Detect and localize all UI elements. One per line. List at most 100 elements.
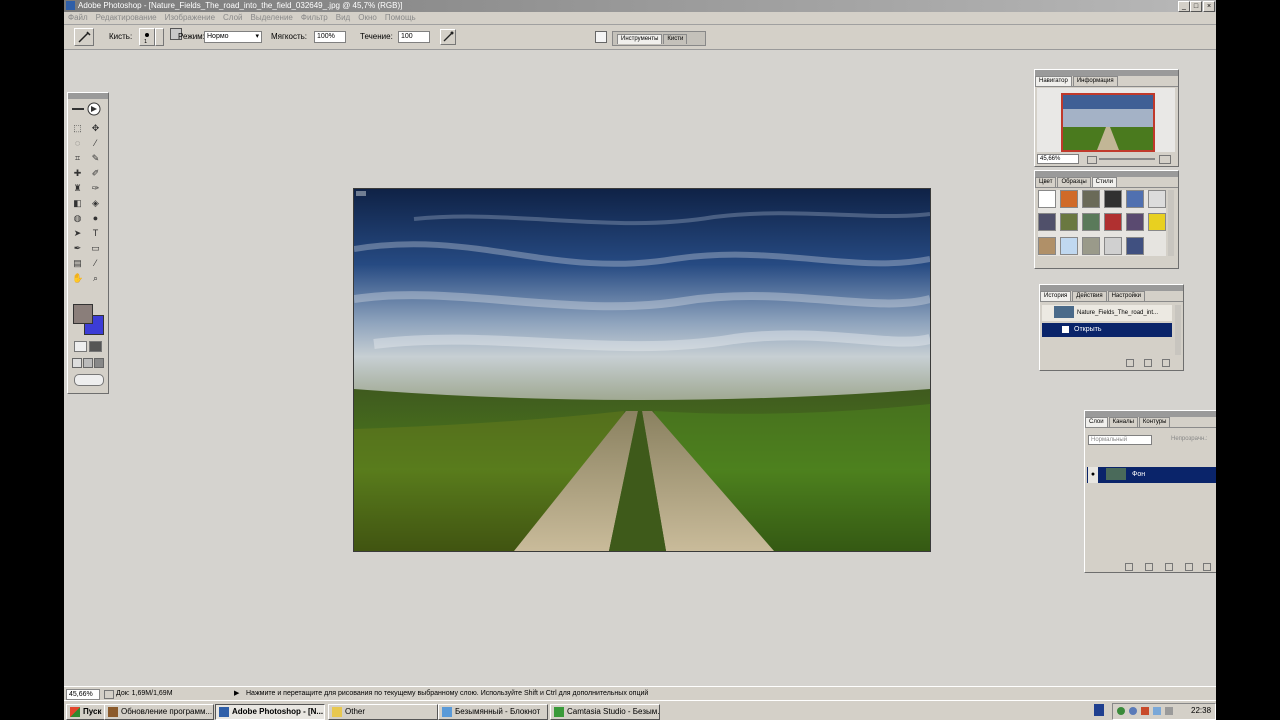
screen-mode-standard-icon[interactable] (72, 358, 82, 368)
delete-layer-icon[interactable] (1203, 563, 1211, 571)
style-swatch[interactable] (1038, 213, 1056, 232)
tab-paths[interactable]: Контуры (1138, 417, 1171, 427)
dodge-tool-icon[interactable]: ● (90, 213, 101, 224)
taskbar-button-other[interactable]: Other (328, 704, 438, 720)
styles-scrollbar[interactable] (1168, 190, 1174, 256)
crop-tool-icon[interactable]: ⌗ (72, 153, 83, 164)
taskbar-button-notepad[interactable]: Безымянный - Блокнот (438, 704, 548, 720)
tab-navigator[interactable]: Навигатор (1035, 76, 1072, 86)
style-swatch[interactable] (1148, 190, 1166, 208)
tab-layers[interactable]: Слои (1085, 417, 1108, 427)
eraser-tool-icon[interactable]: ◧ (72, 198, 83, 209)
menu-file[interactable]: Файл (68, 13, 88, 22)
style-swatch[interactable] (1148, 213, 1166, 232)
status-zoom[interactable]: 45,66% (66, 689, 100, 700)
new-layer-icon[interactable] (1185, 563, 1193, 571)
tab-presets[interactable]: Настройки (1107, 291, 1145, 301)
history-item[interactable]: Открыть (1042, 323, 1172, 337)
menu-layer[interactable]: Слой (223, 13, 242, 22)
taskbar-button-photoshop[interactable]: Adobe Photoshop - [N... (215, 704, 325, 720)
new-snapshot-icon[interactable] (1144, 359, 1152, 367)
jump-to-imageready-icon[interactable] (74, 374, 104, 386)
document-window[interactable] (353, 188, 931, 552)
clock[interactable]: 22:38 (1191, 704, 1211, 718)
layer-style-icon[interactable] (1125, 563, 1133, 571)
zoom-in-icon[interactable] (1159, 155, 1171, 164)
healing-brush-tool-icon[interactable]: ✚ (72, 168, 83, 179)
quick-mask-mode-icon[interactable] (89, 341, 102, 352)
trash-icon[interactable] (1162, 359, 1170, 367)
eyedropper-tool-icon[interactable]: ⁄ (90, 258, 101, 269)
zoom-out-icon[interactable] (1087, 156, 1097, 164)
navigator-view-box[interactable] (1061, 93, 1155, 152)
screen-mode-full-menu-icon[interactable] (83, 358, 93, 368)
lasso-tool-icon[interactable]: ◌ (72, 138, 83, 149)
brush-picker[interactable]: 1 (139, 28, 155, 46)
screen-mode-full-icon[interactable] (94, 358, 104, 368)
standard-mode-icon[interactable] (74, 341, 87, 352)
style-swatch[interactable] (1060, 213, 1078, 232)
history-brush-tool-icon[interactable]: ✑ (90, 183, 101, 194)
blur-tool-icon[interactable]: ◍ (72, 213, 83, 224)
foreground-color-chip[interactable] (73, 304, 93, 324)
tray-volume-icon[interactable] (1165, 707, 1173, 715)
style-swatch[interactable] (1082, 236, 1100, 255)
brush-picker-dropdown[interactable] (155, 28, 164, 46)
tray-app-icon[interactable] (1129, 707, 1137, 715)
menu-filter[interactable]: Фильтр (301, 13, 328, 22)
zoom-tool-icon[interactable]: ⌕ (90, 273, 101, 284)
style-swatch[interactable] (1126, 190, 1144, 208)
blend-mode-select[interactable]: Нормальный (1088, 435, 1152, 445)
history-snapshot-row[interactable]: Nature_Fields_The_road_int... (1042, 305, 1172, 321)
layer-mask-icon[interactable] (1145, 563, 1153, 571)
style-swatch[interactable] (1060, 236, 1078, 255)
airbrush-button[interactable] (440, 29, 456, 45)
flow-input[interactable]: 100 (398, 31, 430, 43)
taskbar-button-updates[interactable]: Обновление программ... (104, 704, 214, 720)
slice-tool-icon[interactable]: ✎ (90, 153, 101, 164)
menu-select[interactable]: Выделение (250, 13, 292, 22)
status-arrow-icon[interactable] (104, 690, 114, 699)
style-swatch[interactable] (1126, 213, 1144, 232)
style-swatch[interactable] (1104, 190, 1122, 208)
tab-channels[interactable]: Каналы (1108, 417, 1138, 427)
tab-swatches[interactable]: Образцы (1057, 177, 1091, 187)
style-swatch[interactable] (1082, 190, 1100, 208)
mode-select[interactable]: Нормо ▾ (204, 31, 262, 43)
language-indicator-icon[interactable] (1094, 704, 1104, 716)
eye-icon[interactable]: ● (1088, 467, 1098, 483)
menu-window[interactable]: Окно (358, 13, 377, 22)
style-swatch[interactable] (1038, 190, 1056, 208)
brush-tool-icon[interactable]: ✐ (90, 168, 101, 179)
toolbox-titlebar[interactable] (68, 93, 108, 99)
menu-view[interactable]: Вид (336, 13, 350, 22)
navigator-zoom-input[interactable]: 45,66% (1037, 154, 1079, 164)
well-tab-brushes[interactable]: Кисти (663, 34, 688, 44)
type-tool-icon[interactable]: T (90, 228, 101, 239)
new-document-from-state-icon[interactable] (1126, 359, 1134, 367)
move-tool-icon[interactable]: ✥ (90, 123, 101, 134)
marquee-tool-icon[interactable]: ⬚ (72, 123, 83, 134)
layer-row[interactable]: ● Фон (1087, 467, 1216, 483)
navigator-zoom-slider[interactable] (1099, 158, 1155, 160)
tab-actions[interactable]: Действия (1072, 291, 1107, 301)
magic-wand-tool-icon[interactable]: ⁄ (90, 138, 101, 149)
history-scrollbar[interactable] (1175, 305, 1181, 355)
maximize-button[interactable]: □ (1190, 1, 1202, 12)
style-swatch[interactable] (1060, 190, 1078, 208)
tray-security-icon[interactable] (1141, 707, 1149, 715)
tab-styles[interactable]: Стили (1091, 177, 1117, 187)
tab-history[interactable]: История (1040, 291, 1072, 301)
menu-edit[interactable]: Редактирование (96, 13, 157, 22)
paint-bucket-tool-icon[interactable]: ◈ (90, 198, 101, 209)
clone-stamp-tool-icon[interactable]: ♜ (72, 183, 83, 194)
well-tab-tools[interactable]: Инструменты (617, 34, 663, 44)
style-swatch[interactable] (1104, 236, 1122, 255)
tab-color[interactable]: Цвет (1035, 177, 1057, 187)
tray-monitor-icon[interactable] (1153, 707, 1161, 715)
tool-preset-picker[interactable] (74, 28, 94, 46)
style-swatch[interactable] (1038, 236, 1056, 255)
style-swatch[interactable] (1082, 213, 1100, 232)
new-set-icon[interactable] (1165, 563, 1173, 571)
notes-tool-icon[interactable]: ▤ (72, 258, 83, 269)
